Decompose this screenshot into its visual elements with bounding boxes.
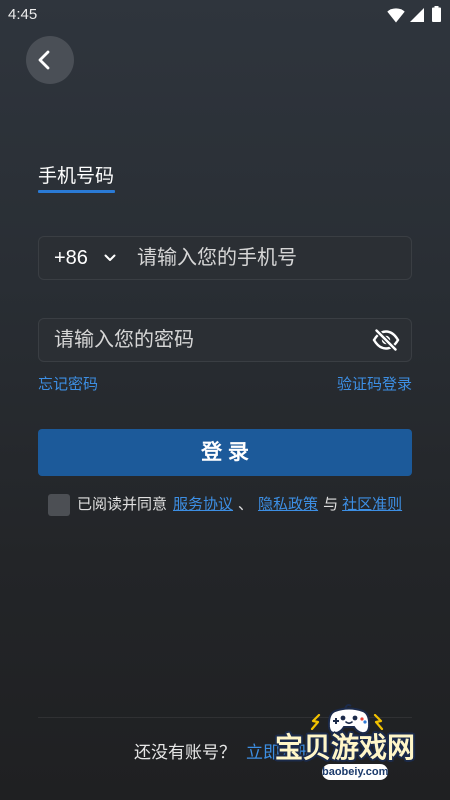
- watermark-name: 宝贝游戏网: [275, 732, 416, 763]
- agreement-prefix: 已阅读并同意: [77, 496, 168, 513]
- signal-icon: [410, 8, 424, 22]
- watermark-domain: baobeiy.com: [322, 764, 389, 780]
- battery-icon: [432, 6, 441, 22]
- phone-input[interactable]: [137, 237, 399, 279]
- country-code-selector[interactable]: +86: [54, 237, 130, 279]
- forgot-password-link[interactable]: 忘记密码: [38, 375, 98, 395]
- phone-field: +86: [38, 236, 412, 280]
- back-button[interactable]: [26, 36, 74, 84]
- spark-icon: [310, 714, 321, 730]
- terms-of-service-link[interactable]: 服务协议: [173, 496, 233, 513]
- tab-active-indicator: [38, 190, 115, 193]
- status-time: 4:45: [8, 6, 38, 23]
- wifi-icon: [387, 8, 405, 23]
- login-button[interactable]: 登 录: [38, 429, 412, 476]
- agreement-checkbox[interactable]: [48, 494, 70, 516]
- agreement-separator: 、: [238, 496, 254, 513]
- status-bar: 4:45: [0, 0, 450, 30]
- password-input[interactable]: [54, 319, 364, 361]
- sms-login-link[interactable]: 验证码登录: [337, 375, 412, 395]
- tab-phone-number[interactable]: 手机号码: [38, 165, 114, 189]
- community-rules-link[interactable]: 社区准则: [342, 496, 402, 513]
- password-field: [38, 318, 412, 362]
- eye-off-icon[interactable]: [372, 329, 400, 351]
- no-account-prompt: 还没有账号？: [134, 743, 236, 762]
- country-code-label: +86: [54, 247, 88, 269]
- chevron-down-icon: [104, 254, 116, 261]
- chevron-left-icon: [38, 50, 50, 70]
- agreement-conjunction: 与: [323, 496, 339, 513]
- spark-icon: [373, 714, 384, 730]
- login-screen: 4:45 手机号码 +86 请输入您的手机号 忘记密码 验证码登录 登 录 已阅…: [0, 0, 450, 800]
- watermark: 宝贝游戏网 baobeiy.com: [270, 700, 420, 782]
- privacy-policy-link[interactable]: 隐私政策: [258, 496, 318, 513]
- agreement-text: 已阅读并同意 服务协议、隐私政策与社区准则: [77, 495, 402, 515]
